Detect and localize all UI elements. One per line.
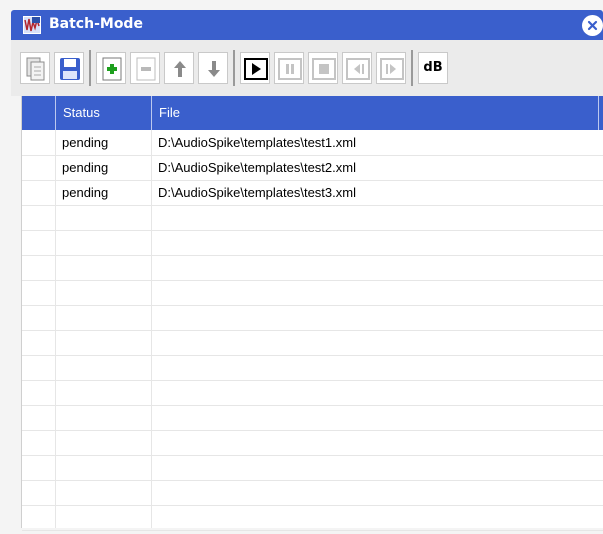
- toolbar-separator: [411, 50, 413, 86]
- empty-row: [22, 281, 603, 306]
- empty-row: [22, 381, 603, 406]
- save-button[interactable]: [54, 52, 84, 84]
- empty-row: [22, 456, 603, 481]
- add-icon: [102, 57, 122, 81]
- move-up-button[interactable]: [164, 52, 194, 84]
- empty-row: [22, 356, 603, 381]
- table-row[interactable]: pending D:\AudioSpike\templates\test1.xm…: [22, 131, 603, 156]
- column-divider: [598, 96, 599, 130]
- column-header-status[interactable]: Status: [55, 96, 151, 130]
- db-button[interactable]: dB: [418, 52, 448, 84]
- close-icon: [587, 20, 598, 31]
- play-button[interactable]: [240, 52, 270, 84]
- pause-icon: [278, 58, 302, 80]
- status-cell: pending: [62, 185, 109, 200]
- app-icon: [23, 16, 41, 34]
- previous-icon: [346, 58, 370, 80]
- column-header-file[interactable]: File: [151, 96, 599, 130]
- previous-button[interactable]: [342, 52, 372, 84]
- batch-mode-window: Batch-Mode dB Status File pending D:\Aud…: [0, 0, 603, 534]
- next-icon: [380, 58, 404, 80]
- table-header: Status File: [22, 96, 603, 130]
- toolbar-separator: [89, 50, 91, 86]
- stop-icon: [312, 58, 336, 80]
- column-divider: [55, 96, 56, 130]
- table-row[interactable]: pending D:\AudioSpike\templates\test2.xm…: [22, 156, 603, 181]
- empty-row: [22, 481, 603, 506]
- pause-button[interactable]: [274, 52, 304, 84]
- title-bar: Batch-Mode: [11, 10, 603, 40]
- move-down-button[interactable]: [198, 52, 228, 84]
- empty-row: [22, 231, 603, 256]
- remove-icon: [136, 57, 156, 81]
- batch-table: Status File pending D:\AudioSpike\templa…: [21, 96, 603, 531]
- add-button[interactable]: [96, 52, 126, 84]
- window-title: Batch-Mode: [49, 16, 143, 32]
- file-cell: D:\AudioSpike\templates\test2.xml: [158, 160, 356, 175]
- save-icon: [60, 58, 80, 80]
- empty-row: [22, 306, 603, 331]
- status-cell: pending: [62, 160, 109, 175]
- empty-row: [22, 256, 603, 281]
- status-cell: pending: [62, 135, 109, 150]
- empty-row: [22, 506, 603, 531]
- table-row[interactable]: pending D:\AudioSpike\templates\test3.xm…: [22, 181, 603, 206]
- empty-row: [22, 406, 603, 431]
- copy-icon: [26, 57, 45, 81]
- toolbar-separator: [233, 50, 235, 86]
- toolbar: dB: [11, 40, 603, 96]
- file-cell: D:\AudioSpike\templates\test1.xml: [158, 135, 356, 150]
- file-cell: D:\AudioSpike\templates\test3.xml: [158, 185, 356, 200]
- play-icon: [244, 58, 268, 80]
- empty-row: [22, 431, 603, 456]
- next-button[interactable]: [376, 52, 406, 84]
- arrow-down-icon: [208, 61, 220, 77]
- remove-button[interactable]: [130, 52, 160, 84]
- stop-button[interactable]: [308, 52, 338, 84]
- arrow-up-icon: [174, 61, 186, 77]
- empty-row: [22, 331, 603, 356]
- copy-button[interactable]: [20, 52, 50, 84]
- close-button[interactable]: [582, 15, 603, 36]
- empty-row: [22, 206, 603, 231]
